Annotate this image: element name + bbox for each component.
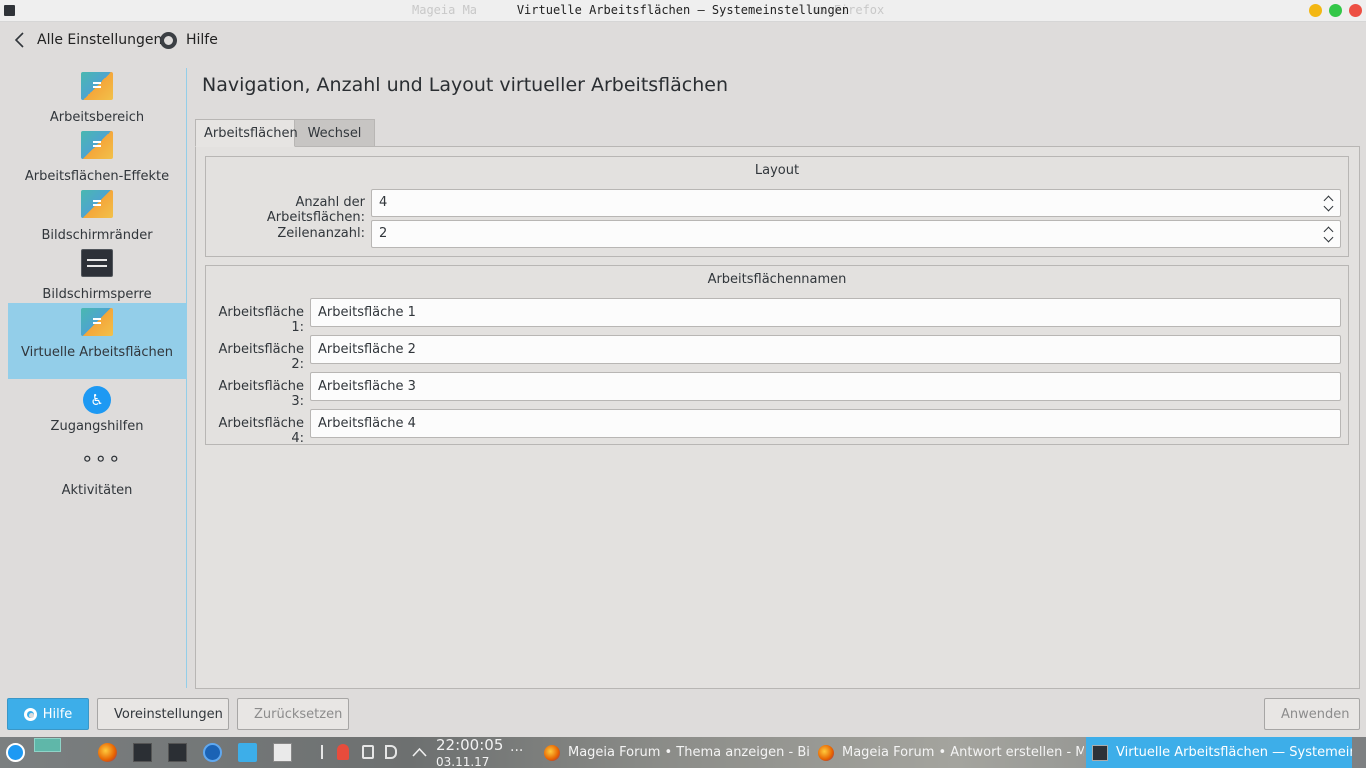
sidebar-item-accessibility[interactable]: ♿ Zugangshilfen xyxy=(8,386,186,441)
screen-lock-icon xyxy=(81,249,113,277)
terminal-launcher-icon[interactable] xyxy=(133,743,152,762)
clock-date[interactable]: 03.11.17 xyxy=(436,756,489,768)
help-button[interactable]: Hilfe xyxy=(7,698,89,730)
desktop-count-value: 4 xyxy=(379,195,388,210)
sidebar-item-workspace[interactable]: Arbeitsbereich xyxy=(8,72,186,127)
volume-icon[interactable] xyxy=(385,745,397,759)
firefox-icon xyxy=(544,744,560,761)
tab-desktops[interactable]: Arbeitsflächen xyxy=(195,119,298,147)
activities-icon: ∘∘∘ xyxy=(81,446,122,470)
help-icon xyxy=(23,707,37,721)
layout-group-title: Layout xyxy=(754,163,800,178)
taskbar-task-label: Mageia Forum • Antwort erstellen - Mo... xyxy=(842,745,1084,760)
desktop-name-input[interactable]: Arbeitsfläche 1 xyxy=(310,298,1341,327)
system-settings-icon xyxy=(1092,744,1108,761)
sidebar-item-label: Bildschirmränder xyxy=(41,228,153,243)
application-launcher-icon[interactable] xyxy=(6,743,25,762)
rows-spinbox[interactable]: 2 xyxy=(371,220,1341,248)
taskbar-task-label: Mageia Forum • Thema anzeigen - Bilds... xyxy=(568,745,810,760)
settings-launcher-icon[interactable] xyxy=(168,743,187,762)
desktop-name-label: Arbeitsfläche 1: xyxy=(218,305,304,335)
tray-expand-icon[interactable] xyxy=(410,743,429,762)
desktop-count-label: Anzahl der Arbeitsflächen: xyxy=(266,195,365,225)
accessibility-icon: ♿ xyxy=(83,386,111,414)
desktop-name-input[interactable]: Arbeitsfläche 3 xyxy=(310,372,1341,401)
rows-label: Zeilenanzahl: xyxy=(277,226,365,241)
mail-launcher-icon[interactable] xyxy=(238,743,257,762)
window-titlebar[interactable]: Mageia Ma ox Firefox Virtuelle Arbeitsfl… xyxy=(0,0,1366,22)
spin-arrows-icon[interactable] xyxy=(1324,225,1334,243)
desktop-name-label: Arbeitsfläche 4: xyxy=(218,416,304,446)
rows-value: 2 xyxy=(379,226,388,241)
defaults-button-label: Voreinstellungen xyxy=(114,706,223,722)
close-button[interactable] xyxy=(1349,4,1362,17)
taskbar-task[interactable]: Mageia Forum • Thema anzeigen - Bilds... xyxy=(538,737,810,768)
spin-arrows-icon[interactable] xyxy=(1324,194,1334,212)
chevron-left-icon xyxy=(14,32,24,48)
apply-button[interactable]: Anwenden xyxy=(1264,698,1360,730)
sidebar-item-label: Arbeitsflächen-Effekte xyxy=(24,169,170,184)
toolbar-help-label: Hilfe xyxy=(186,32,218,48)
back-button-label: Alle Einstellungen xyxy=(37,32,163,48)
page-title: Navigation, Anzahl und Layout virtueller… xyxy=(202,74,729,96)
apply-button-label: Anwenden xyxy=(1281,706,1350,722)
all-settings-back-button[interactable]: Alle Einstellungen xyxy=(12,28,162,52)
file-manager-launcher-icon[interactable] xyxy=(273,743,292,762)
desktop-name-input[interactable]: Arbeitsfläche 2 xyxy=(310,335,1341,364)
help-icon xyxy=(160,31,177,49)
sidebar-item-label: Zugangshilfen xyxy=(50,419,144,434)
firefox-launcher-icon[interactable] xyxy=(98,743,117,762)
taskbar: 22:00:05 03.11.17 ··· Mageia Forum • The… xyxy=(0,737,1366,768)
desktop-count-spinbox[interactable]: 4 xyxy=(371,189,1341,217)
sidebar-item-activities[interactable]: ∘∘∘ Aktivitäten xyxy=(8,440,186,498)
user-icon[interactable] xyxy=(337,744,349,760)
maximize-button[interactable] xyxy=(1329,4,1342,17)
sidebar-item-label: Bildschirmsperre xyxy=(42,287,152,302)
sidebar-separator xyxy=(186,68,187,688)
desktop-name-input[interactable]: Arbeitsfläche 4 xyxy=(310,409,1341,438)
virtual-desktops-icon xyxy=(81,308,113,336)
workspace-icon xyxy=(81,72,113,100)
taskbar-task-active[interactable]: Virtuelle Arbeitsflächen — Systemeins... xyxy=(1086,737,1352,768)
minimize-button[interactable] xyxy=(1309,4,1322,17)
sidebar-item-virtual-desktops[interactable]: Virtuelle Arbeitsflächen xyxy=(8,303,186,379)
sidebar-item-label: Virtuelle Arbeitsflächen xyxy=(20,345,173,360)
taskbar-task-label: Virtuelle Arbeitsflächen — Systemeins... xyxy=(1116,745,1352,760)
defaults-button[interactable]: Voreinstellungen xyxy=(97,698,229,730)
sidebar-item-screen-lock[interactable]: Bildschirmsperre xyxy=(8,249,186,304)
reset-button[interactable]: Zurücksetzen xyxy=(237,698,349,730)
sidebar-item-screen-edges[interactable]: Bildschirmränder xyxy=(8,190,186,245)
toolbar-help-button[interactable]: Hilfe xyxy=(160,28,218,52)
screen-edges-icon xyxy=(81,190,113,218)
desktop-names-group-title: Arbeitsflächennamen xyxy=(707,272,847,287)
clipboard-icon[interactable] xyxy=(362,745,374,759)
sidebar-item-label: Aktivitäten xyxy=(61,483,133,498)
window-title: Virtuelle Arbeitsflächen — Systemeinstel… xyxy=(516,3,850,17)
sidebar-item-desktop-effects[interactable]: Arbeitsflächen-Effekte xyxy=(8,131,186,186)
toolbar: Alle Einstellungen Hilfe xyxy=(0,22,1366,60)
firefox-icon xyxy=(818,744,834,761)
bluetooth-icon[interactable] xyxy=(311,745,323,759)
desktop-name-label: Arbeitsfläche 2: xyxy=(218,342,304,372)
control-center-launcher-icon[interactable] xyxy=(203,743,222,762)
reset-button-label: Zurücksetzen xyxy=(254,706,343,722)
taskbar-task[interactable]: Mageia Forum • Antwort erstellen - Mo... xyxy=(812,737,1084,768)
clock-time[interactable]: 22:00:05 xyxy=(436,738,503,753)
desktop-name-label: Arbeitsfläche 3: xyxy=(218,379,304,409)
desktop-effects-icon xyxy=(81,131,113,159)
tab-switching[interactable]: Wechsel xyxy=(294,119,375,147)
help-button-label: Hilfe xyxy=(42,706,73,722)
sidebar-item-label: Arbeitsbereich xyxy=(49,110,145,125)
pager-icon[interactable] xyxy=(34,738,61,752)
overflow-dots-icon[interactable]: ··· xyxy=(510,743,523,759)
